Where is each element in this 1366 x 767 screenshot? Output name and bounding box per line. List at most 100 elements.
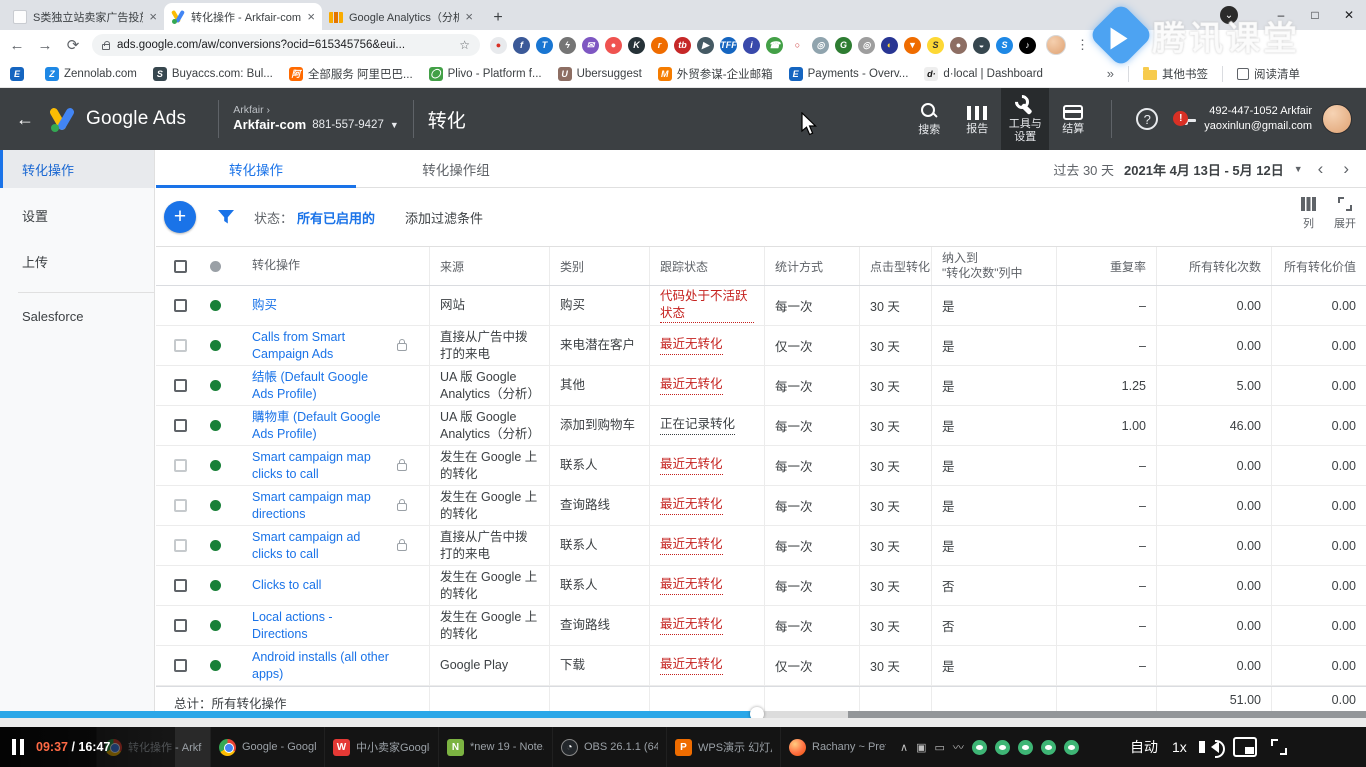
wechat-tray-icon[interactable] [995,740,1010,755]
ext-red-ring[interactable]: ● [490,37,507,54]
tracking-status-cell[interactable]: 最近无转化 [660,336,723,354]
volume-icon[interactable] [1205,741,1219,753]
ext-facebook[interactable]: f [513,37,530,54]
taskbar-item[interactable]: W 中小卖家Google... [324,727,438,767]
row-checkbox[interactable] [174,419,187,432]
row-checkbox[interactable] [174,539,187,552]
conversion-action-link[interactable]: Smart campaign ad clicks to call [252,529,390,562]
ext-tff[interactable]: TFF [720,37,737,54]
ext-s-blue[interactable]: S [996,37,1013,54]
browser-tab[interactable]: 转化操作 - Arkfair-com - Goog × [164,3,322,30]
col-header[interactable]: 点击型转化时间范围 [859,247,931,285]
ime-icon[interactable]: ▣ [916,741,926,754]
ext-phone[interactable]: ☎ [766,37,783,54]
ext-tb[interactable]: tb [674,37,691,54]
col-header[interactable]: 类别 [549,247,649,285]
conversion-action-link[interactable]: Calls from Smart Campaign Ads [252,329,390,362]
ext-cookie[interactable]: ● [950,37,967,54]
wechat-tray-icon[interactable] [1041,740,1056,755]
col-header[interactable]: 跟踪状态 [649,247,764,285]
user-avatar[interactable] [1322,104,1352,134]
tab-close-icon[interactable]: × [307,10,315,23]
row-checkbox[interactable] [174,299,187,312]
taskbar-item[interactable]: Rachany ~ Pref... [780,727,894,767]
ext-similarweb[interactable]: S [927,37,944,54]
browser-profile-avatar[interactable] [1046,35,1066,55]
ext-tiktok[interactable]: ♪ [1019,37,1036,54]
bookmark-item[interactable]: S Buyaccs.com: Bul... [153,67,273,81]
wechat-tray-icon[interactable] [1018,740,1033,755]
tracking-status-cell[interactable]: 最近无转化 [660,376,723,394]
ext-doc-search[interactable]: ◎ [812,37,829,54]
conversion-action-link[interactable]: Clicks to call [252,577,390,593]
tracking-status-cell[interactable]: 最近无转化 [660,616,723,634]
conversion-action-link[interactable]: 结帳 (Default Google Ads Profile) [252,369,390,402]
player-progress-bar[interactable] [0,711,1366,718]
header-nav-item[interactable]: 搜索 [905,88,953,150]
bookmark-item[interactable]: E Payments - Overv... [789,67,909,81]
header-nav-item[interactable]: 报告 [953,88,1001,150]
row-checkbox[interactable] [174,459,187,472]
bookmark-star-icon[interactable]: ☆ [459,38,470,52]
row-checkbox[interactable] [174,339,187,352]
sidebar-item[interactable]: 上传 [0,242,154,280]
bookmark-item[interactable]: Z Zennolab.com [45,67,137,81]
wechat-tray-icon[interactable] [972,740,987,755]
col-header[interactable]: 所有转化价值 [1271,247,1366,285]
conversion-action-link[interactable]: Local actions - Directions [252,609,390,642]
bookmarks-overflow-icon[interactable]: » [1107,66,1114,81]
help-icon[interactable]: ? [1136,108,1158,130]
player-pin-icon[interactable]: ⌄ [1220,6,1238,24]
col-header[interactable]: 纳入到 "转化次数"列中 [931,247,1056,285]
col-header[interactable]: 统计方式 [764,247,859,285]
wechat-tray-icon[interactable] [1064,740,1079,755]
address-bar[interactable]: ads.google.com/aw/conversions?ocid=61534… [92,34,480,56]
reload-icon[interactable]: ⟳ [64,36,82,54]
maximize-button[interactable]: □ [1298,0,1332,30]
sidebar-item[interactable]: 转化操作 [0,150,154,188]
minimize-button[interactable]: – [1264,0,1298,30]
ext-keepa[interactable]: K [628,37,645,54]
row-checkbox[interactable] [174,659,187,672]
bookmark-item[interactable]: E [10,67,29,81]
taskbar-item[interactable]: ◔ OBS 26.1.1 (64-... [552,727,666,767]
col-header[interactable]: 所有转化次数 [1156,247,1271,285]
col-header[interactable]: 重复率 [1056,247,1156,285]
tracking-status-cell[interactable]: 最近无转化 [660,496,723,514]
date-range-picker[interactable]: 过去 30 天 2021年 4月 13日 - 5月 12日 ▼ ‹ › [1053,150,1354,188]
header-nav-item[interactable]: 工具与 设置 [1001,88,1049,150]
col-header[interactable]: 来源 [429,247,549,285]
ext-redirect[interactable]: r [651,37,668,54]
account-selector[interactable]: Arkfair › Arkfair-com881-557-9427▼ [233,104,399,133]
reading-list[interactable]: 阅读清单 [1237,66,1300,82]
row-checkbox[interactable] [174,379,187,392]
date-next-icon[interactable]: › [1338,159,1354,179]
pause-button[interactable] [12,739,24,755]
sidebar-item[interactable]: 设置 [0,196,154,234]
ext-lightning[interactable]: ϟ [559,37,576,54]
tracking-status-cell[interactable]: 代码处于不活跃状态 [660,288,754,323]
bookmark-item[interactable]: U Ubersuggest [558,67,642,81]
date-prev-icon[interactable]: ‹ [1313,159,1329,179]
ext-carrot[interactable]: ▼ [904,37,921,54]
content-tab[interactable]: 转化操作组 [356,150,556,187]
tracking-status-cell[interactable]: 最近无转化 [660,456,723,474]
forward-icon[interactable]: → [36,37,54,54]
bookmark-item[interactable]: d· d·local | Dashboard [924,67,1043,81]
browser-menu-icon[interactable]: ⋮ [1076,37,1089,53]
col-header[interactable]: 转化操作 [252,258,390,274]
back-icon[interactable]: ← [8,37,26,54]
select-all-checkbox[interactable] [174,260,187,273]
add-conversion-button[interactable]: + [164,201,196,233]
new-tab-button[interactable]: + [486,6,510,30]
tracking-status-cell[interactable]: 最近无转化 [660,576,723,594]
tracking-status-cell[interactable]: 最近无转化 [660,656,723,674]
conversion-action-link[interactable]: Android installs (all other apps) [252,649,390,682]
conversion-action-link[interactable]: 购买 [252,297,390,313]
conversion-action-link[interactable]: Smart campaign map directions [252,489,390,522]
ext-magnifier[interactable]: ◎ [858,37,875,54]
add-filter-button[interactable]: 添加过滤条件 [405,208,483,227]
ext-share[interactable]: ▶ [697,37,714,54]
filter-status-value[interactable]: 所有已启用的 [297,208,375,227]
date-caret-icon[interactable]: ▼ [1294,164,1303,174]
